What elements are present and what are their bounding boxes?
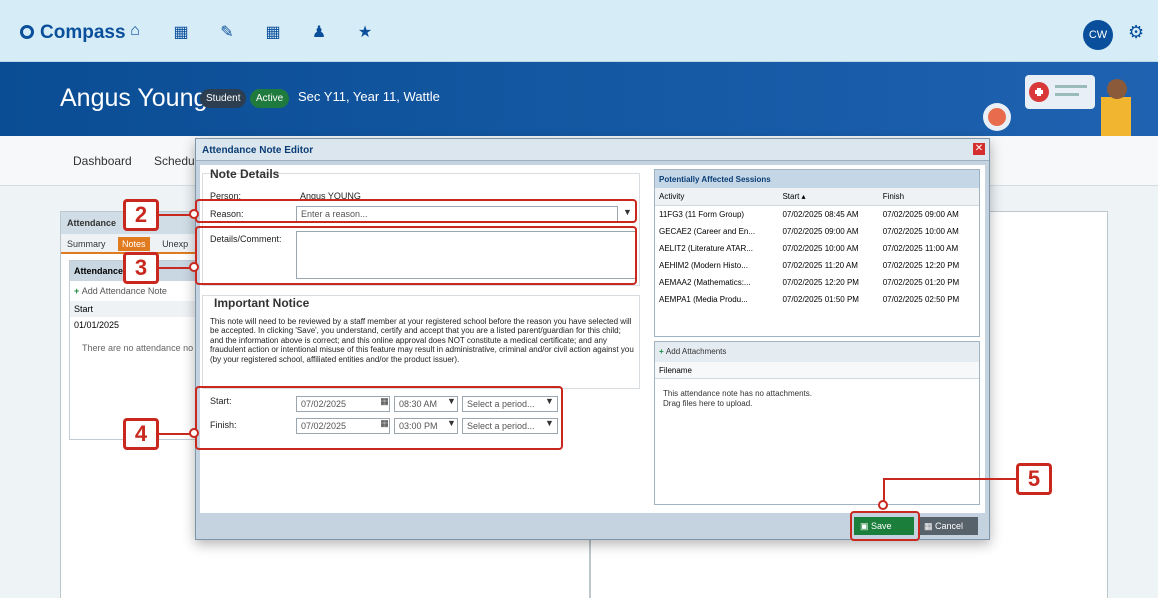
callout-number-5: 5 [1016,463,1052,495]
callout-line [883,478,885,502]
avatar[interactable]: CW [1083,20,1113,50]
cancel-icon: ▦ [924,521,936,531]
filename-column-header: Filename [655,362,979,379]
callout-dot [189,428,199,438]
gear-icon[interactable]: ⚙ [1128,22,1144,43]
callout-number-3: 3 [123,252,159,284]
tab-summary[interactable]: Summary [67,239,106,249]
student-header: Angus Young Student Active Sec Y11, Year… [0,62,1158,137]
attachments-dropzone[interactable]: This attendance note has no attachments.… [655,379,979,419]
table-row: AEHIM2 (Modern Histo... 07/02/2025 11:20… [659,260,960,270]
top-bar: Compass ⌂ ▦ ✎ ▦ ♟ ★ CW ⚙ [0,0,1158,62]
callout-line [159,214,193,216]
finish-column-header[interactable]: Finish [878,188,979,206]
attachments-panel: + Add Attachments Filename This attendan… [654,341,980,505]
header-illustration [983,75,1131,137]
callout-line [159,267,193,269]
sessions-table: Activity Start ▴ Finish 11FG3 (11 Form G… [655,188,979,308]
table-row: GECAE2 (Career and En... 07/02/2025 09:0… [659,226,959,236]
nav-dashboard[interactable]: Dashboard [73,154,132,168]
compass-logo[interactable]: Compass [20,22,126,44]
star-icon[interactable]: ★ [355,22,375,42]
note-details-heading: Note Details [210,167,280,181]
active-badge: Active [250,89,290,108]
callout-number-4: 4 [123,418,159,450]
pencil-icon[interactable]: ✎ [217,22,237,42]
calendar-icon[interactable]: ▦ [171,22,191,42]
compass-logo-icon [20,25,34,39]
important-notice-text: This note will need to be reviewed by a … [210,317,634,364]
drag-hint-text: Drag files here to upload. [663,399,753,408]
table-row: AELIT2 (Literature ATAR... 07/02/2025 10… [659,243,959,253]
callout-dot [189,209,199,219]
nav-schedule[interactable]: Schedul [154,154,197,168]
affected-sessions-panel: Potentially Affected Sessions Activity S… [654,169,980,337]
close-icon[interactable]: ✕ [973,143,985,155]
grid-icon[interactable]: ▦ [263,22,283,42]
callout-dot [189,262,199,272]
callout-highlight-dates [195,386,563,450]
callout-highlight-reason [195,199,637,223]
important-notice-heading: Important Notice [214,296,310,310]
plus-icon: + [659,347,666,356]
home-icon[interactable]: ⌂ [125,22,145,42]
people-icon[interactable]: ♟ [309,22,329,42]
table-row: AEMAA2 (Mathematics:... 07/02/2025 12:20… [659,277,960,287]
callout-highlight-save [850,511,920,541]
callout-number-2: 2 [123,199,159,231]
callout-line [884,478,1016,480]
no-attachments-text: This attendance note has no attachments. [663,389,812,398]
callout-highlight-details [195,226,637,285]
tab-unexplained[interactable]: Unexp [162,239,188,249]
table-row: AEMPA1 (Media Produ... 07/02/2025 01:50 … [659,294,960,304]
nav-icons: ⌂ ▦ ✎ ▦ ♟ ★ [125,22,375,42]
start-column-header[interactable]: Start ▴ [778,188,879,206]
callout-line [159,433,193,435]
cancel-button[interactable]: ▦ Cancel [918,517,978,535]
table-row: 11FG3 (11 Form Group) 07/02/2025 08:45 A… [659,209,959,219]
sessions-title: Potentially Affected Sessions [655,170,979,188]
plus-icon: + [74,286,82,296]
add-attachments-button[interactable]: + Add Attachments [655,342,979,362]
activity-column-header[interactable]: Activity [655,188,779,206]
year-info: Sec Y11, Year 11, Wattle [298,89,440,104]
student-name: Angus Young [60,84,208,112]
student-badge: Student [200,89,247,108]
tab-notes[interactable]: Notes [118,237,150,251]
callout-dot [878,500,888,510]
dialog-title: Attendance Note Editor [196,139,989,161]
